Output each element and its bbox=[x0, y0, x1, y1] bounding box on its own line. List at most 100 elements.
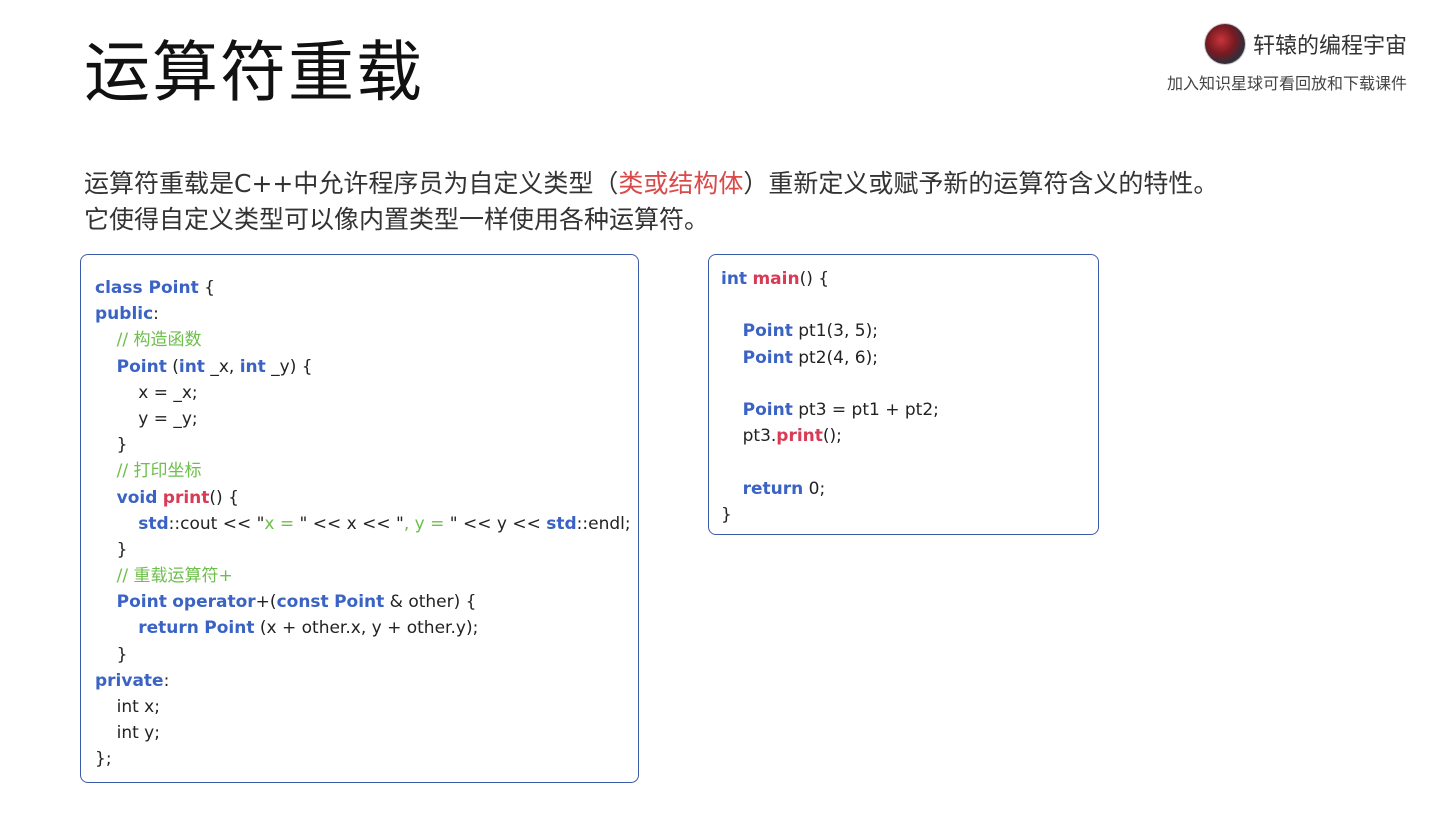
code-token: 0; bbox=[803, 478, 826, 499]
code-token: main bbox=[752, 269, 800, 289]
code-line: y = _y; bbox=[95, 406, 638, 432]
code-token: " << x << " bbox=[299, 513, 404, 534]
code-token: int y; bbox=[95, 723, 160, 744]
code-token: // 构造函数 bbox=[116, 330, 202, 351]
code-line: } bbox=[95, 537, 638, 563]
code-token: pt2(4, 6); bbox=[792, 347, 878, 368]
code-token: _x, bbox=[204, 356, 240, 377]
code-token: int bbox=[239, 356, 266, 377]
description-text: ）重新定义或赋予新的运算符含义的特性。 bbox=[743, 169, 1219, 198]
code-token: std bbox=[546, 513, 577, 534]
code-token: } bbox=[95, 435, 128, 456]
code-token: return bbox=[138, 618, 199, 639]
code-token: Point bbox=[334, 592, 385, 613]
code-line: } bbox=[95, 432, 638, 458]
code-token: int bbox=[721, 269, 748, 289]
class-code-block: class Point {public: // 构造函数 Point (int … bbox=[80, 254, 639, 783]
code-token: , y = bbox=[403, 513, 450, 534]
code-token: print bbox=[776, 426, 823, 447]
description-line-1: 运算符重载是C++中允许程序员为自定义类型（类或结构体）重新定义或赋予新的运算符… bbox=[84, 166, 1218, 202]
code-line: int x; bbox=[95, 694, 638, 720]
code-token: // 打印坐标 bbox=[116, 461, 202, 482]
code-token: } bbox=[95, 539, 128, 560]
code-token: int x; bbox=[95, 697, 160, 717]
code-line: std::cout << "x = " << x << ", y = " << … bbox=[95, 511, 638, 537]
code-line: public: bbox=[95, 301, 638, 327]
code-token: x = bbox=[264, 513, 300, 534]
code-token: (x + other.x, y + other.y); bbox=[254, 618, 479, 639]
code-token: Point bbox=[204, 618, 255, 639]
code-token: Point bbox=[148, 278, 199, 298]
code-line: void print() { bbox=[95, 485, 638, 511]
code-token: Point bbox=[742, 399, 793, 420]
code-token: void bbox=[116, 487, 158, 508]
description-text: 运算符重载是C++中允许程序员为自定义类型（ bbox=[84, 169, 619, 198]
code-token: operator bbox=[172, 592, 256, 613]
code-token: class bbox=[95, 278, 149, 298]
code-line: Point (int _x, int _y) { bbox=[95, 354, 638, 380]
code-token: () { bbox=[799, 269, 830, 289]
code-token: // 重载运算符+ bbox=[116, 566, 233, 587]
code-line: }; bbox=[95, 746, 638, 772]
avatar bbox=[1204, 24, 1245, 64]
code-line: // 打印坐标 bbox=[95, 458, 638, 484]
code-token: pt3 = pt1 + pt2; bbox=[792, 399, 939, 420]
code-line: return 0; bbox=[721, 476, 1098, 502]
code-token: { bbox=[198, 278, 215, 298]
code-line: // 重载运算符+ bbox=[95, 563, 638, 589]
code-line: class Point { bbox=[95, 275, 638, 301]
code-token: } bbox=[95, 644, 128, 665]
code-token: _y) { bbox=[265, 356, 313, 377]
code-token: +( bbox=[255, 592, 277, 613]
code-line: pt3.print(); bbox=[721, 423, 1098, 449]
description-highlight: 类或结构体 bbox=[618, 169, 744, 198]
code-token: Point bbox=[742, 321, 793, 342]
code-line: private: bbox=[95, 668, 638, 694]
code-token: std bbox=[138, 513, 169, 534]
code-line: int y; bbox=[95, 720, 638, 746]
code-line: return Point (x + other.x, y + other.y); bbox=[95, 615, 638, 641]
code-token: Point bbox=[116, 592, 167, 613]
code-token: : bbox=[163, 670, 170, 691]
code-token: ( bbox=[166, 356, 179, 377]
code-token: : bbox=[153, 304, 159, 325]
code-line: Point operator+(const Point & other) { bbox=[95, 589, 638, 615]
code-token: pt1(3, 5); bbox=[792, 321, 878, 342]
code-line: } bbox=[95, 642, 638, 668]
code-token: x = _x; bbox=[95, 382, 198, 403]
code-line: } bbox=[721, 502, 1098, 528]
description-line-2: 它使得自定义类型可以像内置类型一样使用各种运算符。 bbox=[84, 205, 710, 234]
page-title: 运算符重载 bbox=[84, 34, 424, 111]
code-line: int main() { bbox=[721, 266, 1098, 292]
code-token: (); bbox=[822, 426, 842, 447]
code-token: private bbox=[95, 670, 164, 691]
code-line: // 构造函数 bbox=[95, 327, 638, 353]
code-token: Point bbox=[742, 347, 793, 368]
code-token: () { bbox=[209, 487, 239, 508]
code-token: ::endl; bbox=[576, 513, 631, 534]
code-token: }; bbox=[95, 749, 112, 770]
code-token: & other) { bbox=[384, 592, 477, 613]
code-token: const bbox=[276, 592, 329, 613]
code-line: Point pt2(4, 6); bbox=[721, 345, 1098, 371]
code-token: int bbox=[178, 356, 205, 377]
code-token: Point bbox=[116, 356, 167, 377]
brand: 轩辕的编程宇宙 加入知识星球可看回放和下载课件 bbox=[1167, 24, 1407, 94]
brand-subtitle: 加入知识星球可看回放和下载课件 bbox=[1166, 74, 1407, 93]
code-token: print bbox=[162, 487, 210, 508]
code-line: x = _x; bbox=[95, 380, 638, 406]
